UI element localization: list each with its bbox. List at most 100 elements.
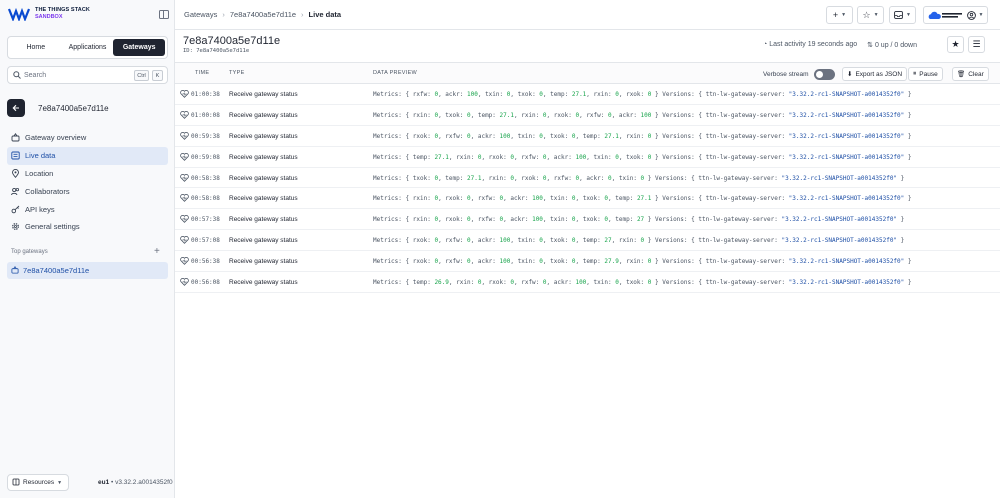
- sidebar-item-api-keys[interactable]: API keys: [7, 200, 168, 218]
- table-row[interactable]: 00:57:38 Receive gateway status Metrics: {…: [175, 209, 1000, 231]
- gateway-status-icon: [180, 236, 189, 245]
- metric-value: 0: [539, 258, 543, 266]
- metric-value: 27.9: [604, 258, 619, 266]
- main-nav-switcher: Home Applications Gateways: [7, 36, 168, 59]
- version-key: ttn-lw-gateway-server: [705, 195, 782, 203]
- event-data-preview: Metrics: { temp: 26.9, rxin: 0, rxok: 0,…: [373, 279, 912, 287]
- clear-button[interactable]: 🗑 Clear: [952, 67, 989, 81]
- tab-applications[interactable]: Applications: [62, 39, 114, 56]
- metric-value: 0: [571, 258, 576, 266]
- resources-button[interactable]: Resources ▼: [7, 474, 69, 491]
- metric-key: ackr: [477, 132, 493, 140]
- table-row[interactable]: 00:59:38 Receive gateway status Metrics: {…: [175, 126, 1000, 147]
- metric-value: 27.1: [466, 174, 482, 182]
- gateway-status-icon: [180, 173, 189, 182]
- metric-value: 0: [647, 279, 652, 287]
- live-data-table: 01:00:38 Receive gateway status Metrics: {…: [175, 84, 1000, 293]
- metric-key: txin: [517, 237, 533, 245]
- more-menu-button[interactable]: ☰: [968, 36, 985, 53]
- table-row[interactable]: 00:57:08 Receive gateway status Metrics: {…: [175, 230, 1000, 252]
- cluster-label: eu1: [98, 479, 110, 486]
- bookmark-button[interactable]: ★: [947, 36, 964, 53]
- top-gateway-item[interactable]: 7e8a7400a5e7d11e: [7, 262, 168, 279]
- chevron-right-icon: ›: [222, 10, 225, 19]
- metric-value: 0: [466, 195, 471, 203]
- breadcrumb-current: Live data: [308, 10, 342, 19]
- version-key: ttn-lw-gateway-server: [705, 258, 782, 266]
- metric-key: rxok: [445, 195, 460, 203]
- table-row[interactable]: 00:56:38 Receive gateway status Metrics: {…: [175, 251, 1000, 273]
- sidebar-collapse-icon[interactable]: [159, 10, 169, 19]
- event-data-preview: Metrics: { rxin: 0, rxok: 0, rxfw: 0, ac…: [373, 195, 912, 203]
- gateway-status-icon: [180, 110, 189, 119]
- table-row[interactable]: 00:58:08 Receive gateway status Metrics: {…: [175, 188, 1000, 210]
- list-icon: [11, 151, 20, 160]
- tab-home[interactable]: Home: [10, 39, 62, 56]
- sidebar-item-label: Location: [25, 168, 54, 178]
- user-icon: [966, 10, 976, 20]
- account-menu-button[interactable]: ▼: [923, 6, 988, 24]
- version-key: ttn-lw-gateway-server: [705, 132, 782, 140]
- table-row[interactable]: 01:00:08 Receive gateway status Metrics: {…: [175, 105, 1000, 126]
- metric-key: txin: [593, 153, 608, 161]
- metric-value: 0: [608, 174, 612, 182]
- metric-key: txok: [517, 91, 533, 98]
- brand-name: THE THINGS STACK: [35, 7, 90, 13]
- bookmarks-button[interactable]: ☆ ▼: [857, 6, 884, 24]
- event-time: 00:58:08: [191, 195, 220, 203]
- chevron-down-icon: ▼: [841, 12, 847, 18]
- sidebar-item-general-settings[interactable]: General settings: [7, 218, 168, 236]
- top-gateways-label: Top gateways: [11, 249, 48, 255]
- tab-gateways[interactable]: Gateways: [113, 39, 166, 56]
- metric-value: 27.1: [604, 132, 619, 140]
- table-row[interactable]: 00:59:08 Receive gateway status Metrics: {…: [175, 147, 1000, 168]
- sidebar-item-gateway-overview[interactable]: Gateway overview: [7, 129, 168, 147]
- verbose-stream-control: Verbose stream: [763, 69, 835, 80]
- add-menu-button[interactable]: + ▼: [826, 6, 853, 24]
- metric-value: 0: [542, 111, 547, 119]
- metric-key: txin: [550, 195, 565, 203]
- sidebar-item-collaborators[interactable]: Collaborators: [7, 182, 168, 200]
- metric-key: rxfw: [412, 91, 428, 98]
- notifications-button[interactable]: ▼: [889, 6, 916, 24]
- version-label: v3.32.2.a0014352f0: [115, 479, 173, 486]
- table-row[interactable]: 00:56:08 Receive gateway status Metrics: {…: [175, 272, 1000, 293]
- event-type: Receive gateway status: [229, 237, 298, 245]
- metric-value: 0: [615, 279, 619, 287]
- metric-key: ackr: [477, 258, 493, 266]
- table-row[interactable]: 00:58:38 Receive gateway status Metrics: {…: [175, 168, 1000, 189]
- metric-key: txin: [618, 174, 634, 182]
- logo[interactable]: THE THINGS STACK SANDBOX: [8, 7, 90, 21]
- event-data-preview: Metrics: { rxok: 0, rxfw: 0, ackr: 100, …: [373, 258, 912, 266]
- pause-button[interactable]: ⏸ Pause: [908, 67, 943, 81]
- search-input[interactable]: Search Ctrl K: [7, 66, 168, 84]
- version-key: ttn-lw-gateway-server: [705, 91, 782, 98]
- metric-value: 0: [466, 216, 471, 224]
- export-json-button[interactable]: ⬇ Export as JSON: [842, 67, 908, 81]
- add-icon[interactable]: +: [154, 246, 160, 257]
- breadcrumb-gateways[interactable]: Gateways: [184, 10, 217, 19]
- metric-key: rxfw: [477, 195, 493, 203]
- sidebar-item-live-data[interactable]: Live data: [7, 146, 168, 165]
- sidebar-item-location[interactable]: Location: [7, 165, 168, 183]
- metric-value: 0: [542, 153, 547, 161]
- table-row[interactable]: 01:00:38 Receive gateway status Metrics: {…: [175, 84, 1000, 105]
- verbose-stream-toggle[interactable]: [813, 69, 835, 80]
- metric-key: rxok: [412, 258, 428, 266]
- event-time: 00:59:38: [191, 132, 220, 140]
- metric-key: rxin: [456, 153, 471, 161]
- brand-edition: SANDBOX: [35, 14, 63, 20]
- metric-value: 0: [615, 153, 619, 161]
- chevron-down-icon: ▼: [873, 12, 879, 18]
- metric-key: rxin: [593, 91, 608, 98]
- metric-value: 0: [434, 237, 439, 245]
- sidebar-item-label: Live data: [25, 151, 56, 161]
- breadcrumb-gateway-id[interactable]: 7e8a7400a5e7d11e: [230, 10, 296, 19]
- metric-value: 100: [499, 237, 511, 245]
- back-button[interactable]: [7, 99, 25, 117]
- event-type: Receive gateway status: [229, 153, 298, 161]
- up-down-arrows-icon: ⇅: [867, 42, 874, 49]
- metric-value: 27.1: [434, 153, 449, 161]
- ttn-logo-icon: [8, 7, 30, 21]
- event-type: Receive gateway status: [229, 195, 298, 203]
